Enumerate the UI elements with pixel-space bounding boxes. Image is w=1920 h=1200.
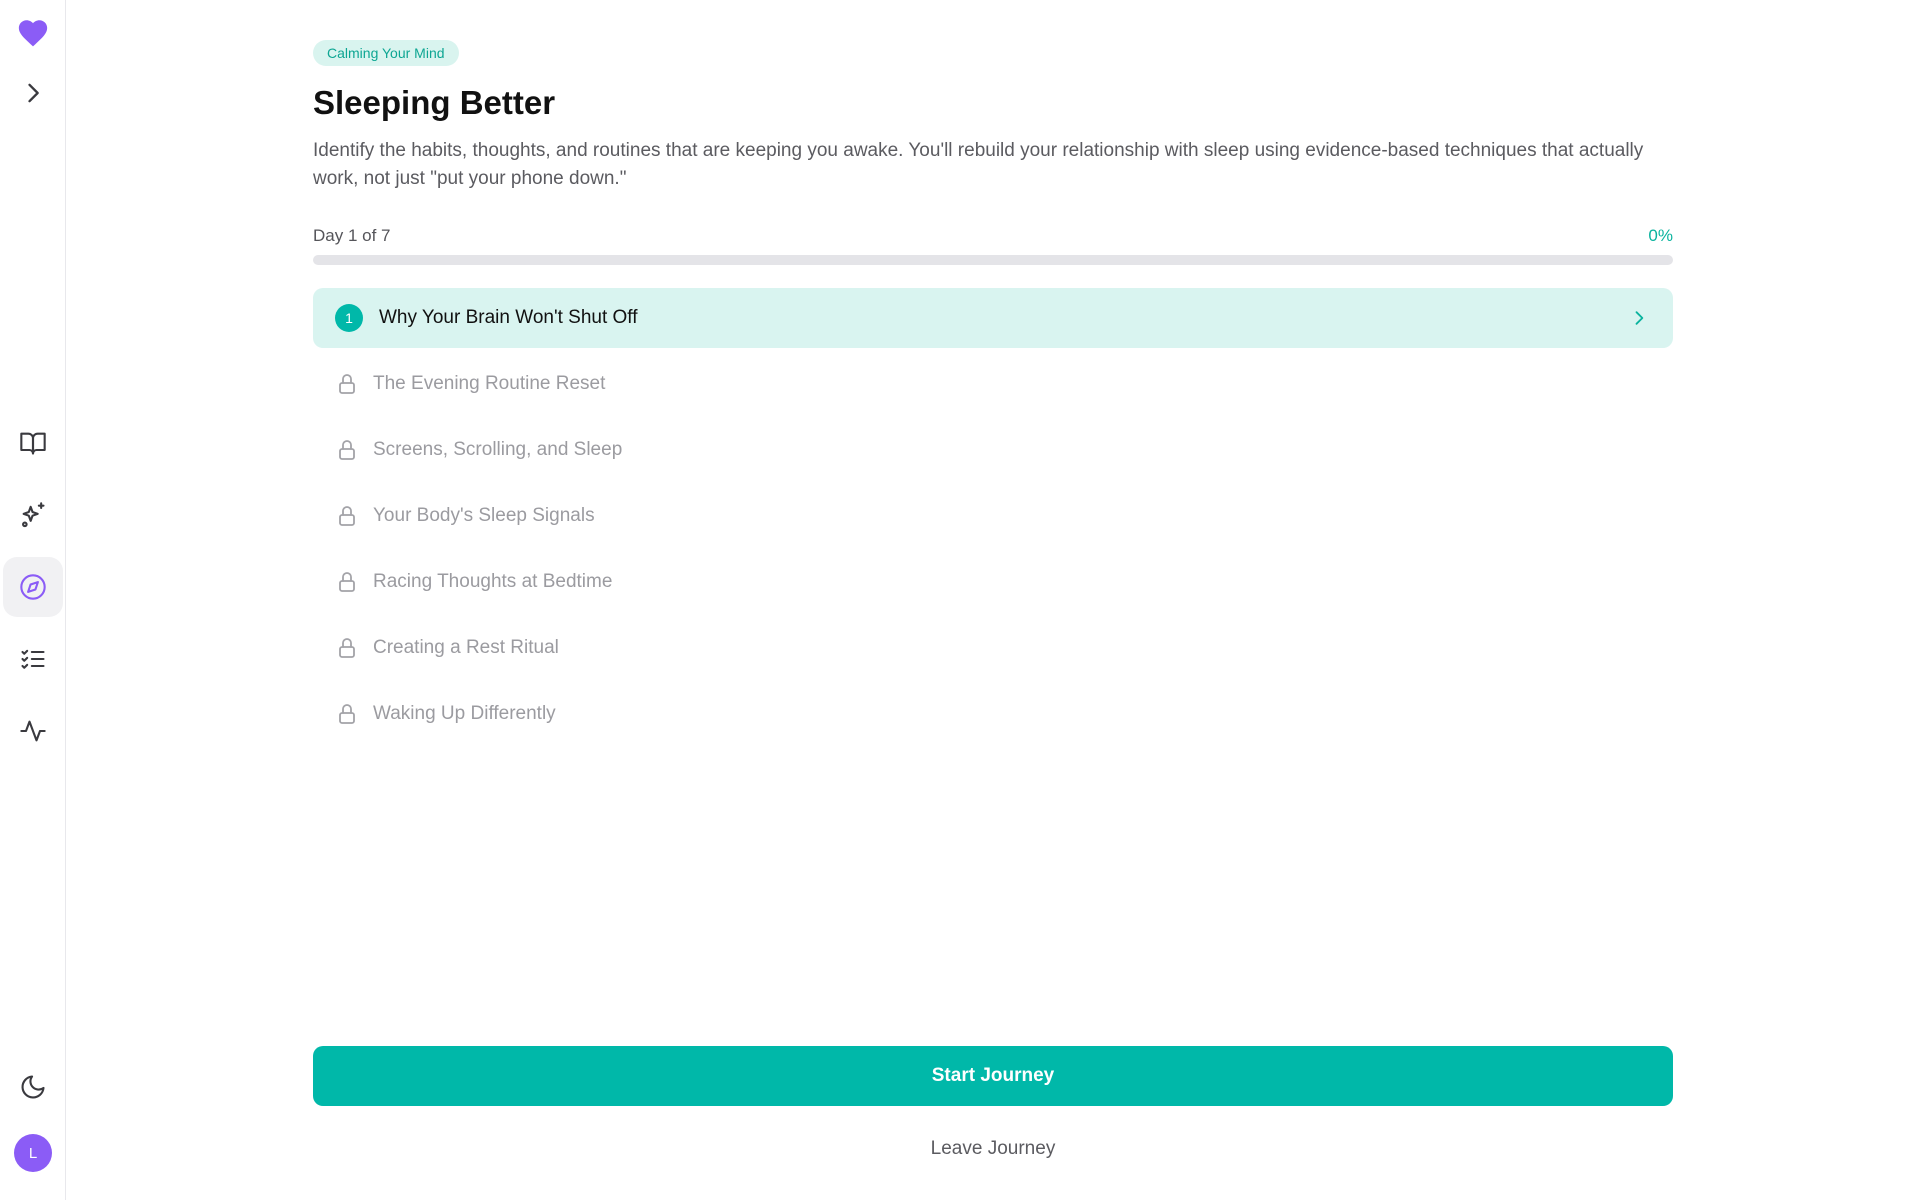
lesson-item-locked: Your Body's Sleep Signals: [313, 486, 1673, 546]
lesson-item-locked: The Evening Routine Reset: [313, 354, 1673, 414]
journey-title: Sleeping Better: [313, 84, 556, 121]
sidebar: L: [0, 0, 66, 1200]
expand-sidebar-button[interactable]: [3, 63, 63, 123]
compass-icon: [20, 574, 46, 600]
leave-journey-link[interactable]: Leave Journey: [313, 1138, 1673, 1160]
checklist-icon: [21, 649, 45, 669]
journey-description: Identify the habits, thoughts, and routi…: [313, 140, 1644, 189]
lock-icon: [339, 638, 355, 658]
chevron-right-icon: [1635, 311, 1644, 325]
nav-insights[interactable]: [3, 485, 63, 545]
lesson-title: Screens, Scrolling, and Sleep: [373, 439, 623, 460]
lesson-title: The Evening Routine Reset: [373, 373, 606, 394]
lesson-title: Waking Up Differently: [373, 703, 556, 724]
lesson-item-locked: Creating a Rest Ritual: [313, 618, 1673, 678]
lesson-title: Why Your Brain Won't Shut Off: [379, 307, 638, 328]
nav-tasks[interactable]: [3, 629, 63, 689]
progress-label: Day 1 of 7: [313, 226, 391, 245]
theme-toggle-button[interactable]: [3, 1057, 63, 1117]
journey-page: Calming Your Mind Sleeping Better Identi…: [313, 0, 1673, 1200]
lesson-title: Your Body's Sleep Signals: [373, 505, 595, 526]
nav-library[interactable]: [3, 413, 63, 473]
nav-activity[interactable]: [3, 701, 63, 761]
progress-bar: [313, 255, 1673, 265]
lock-icon: [339, 506, 355, 526]
lock-icon: [339, 704, 355, 724]
activity-icon: [20, 720, 46, 742]
lock-icon: [339, 572, 355, 592]
chevron-right-icon: [28, 83, 39, 103]
lesson-number-badge: 1: [335, 304, 363, 332]
lesson-list: 1 Why Your Brain Won't Shut Off The Even…: [313, 288, 1673, 750]
nav-journeys[interactable]: [3, 557, 63, 617]
category-badge: Calming Your Mind: [313, 40, 459, 66]
book-open-icon: [20, 432, 46, 455]
progress-percent: 0%: [1648, 226, 1673, 245]
user-avatar[interactable]: L: [14, 1134, 52, 1172]
lesson-item-current[interactable]: 1 Why Your Brain Won't Shut Off: [313, 288, 1673, 348]
lesson-title: Racing Thoughts at Bedtime: [373, 571, 613, 592]
lock-icon: [339, 374, 355, 394]
lesson-item-locked: Racing Thoughts at Bedtime: [313, 552, 1673, 612]
lock-icon: [339, 440, 355, 460]
start-journey-button[interactable]: Start Journey: [313, 1046, 1673, 1106]
app-logo[interactable]: [3, 3, 63, 63]
lesson-item-locked: Screens, Scrolling, and Sleep: [313, 420, 1673, 480]
lesson-item-locked: Waking Up Differently: [313, 684, 1673, 744]
sparkles-icon: [22, 502, 45, 528]
heart-icon: [18, 20, 48, 47]
lesson-title: Creating a Rest Ritual: [373, 637, 559, 658]
moon-icon: [21, 1075, 45, 1099]
